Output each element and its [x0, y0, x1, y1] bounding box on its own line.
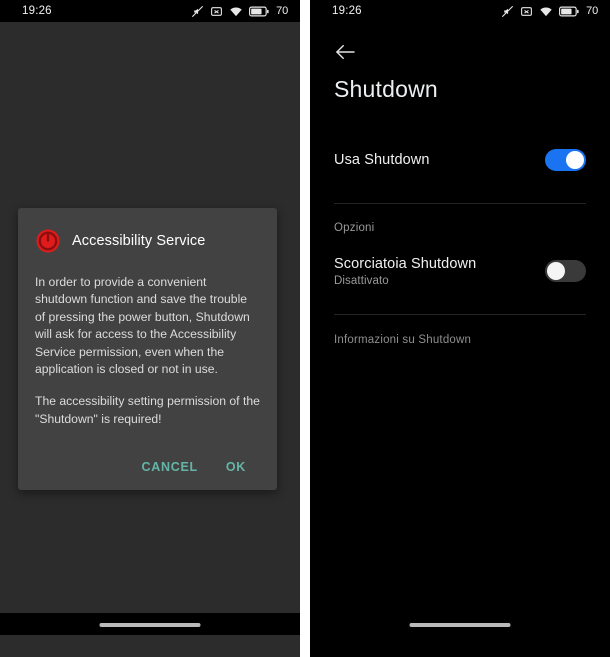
preference-subtitle: Disattivato — [334, 274, 389, 287]
status-bar-right: 19:26 70 — [310, 0, 610, 22]
divider-1 — [334, 203, 586, 204]
status-icon-group: 70 — [501, 5, 598, 18]
mute-icon — [191, 5, 204, 18]
preference-title: Usa Shutdown — [334, 152, 430, 168]
battery-percent: 70 — [276, 5, 288, 17]
status-bar-left: 19:26 70 — [0, 0, 300, 22]
alarm-off-icon — [210, 5, 223, 18]
toggle-knob — [566, 151, 584, 169]
dual-screenshot-container: 19:26 70 Accessibility Service In order … — [0, 0, 610, 657]
left-phone-screen: 19:26 70 Accessibility Service In order … — [0, 0, 300, 657]
cancel-button[interactable]: CANCEL — [132, 452, 208, 482]
about-shutdown-item[interactable]: Informazioni su Shutdown — [334, 334, 586, 346]
divider-2 — [334, 314, 586, 315]
status-time: 19:26 — [332, 5, 362, 17]
dialog-paragraph-2: The accessibility setting permission of … — [35, 394, 260, 426]
preference-title: Scorciatoia Shutdown — [334, 255, 477, 272]
mute-icon — [501, 5, 514, 18]
arrow-left-icon[interactable] — [334, 43, 356, 61]
navigation-zone-right — [310, 613, 610, 635]
accessibility-service-dialog: Accessibility Service In order to provid… — [18, 208, 277, 491]
settings-screen-body: Shutdown Usa Shutdown Opzioni Scorciatoi… — [310, 22, 610, 635]
right-phone-screen: 19:26 70 Shutdown Usa Shutdown Opzioni S… — [310, 0, 610, 657]
screen-separator — [300, 0, 310, 657]
dialog-header: Accessibility Service — [35, 228, 260, 254]
power-icon — [35, 228, 61, 254]
ok-button[interactable]: OK — [216, 452, 256, 482]
section-header-opzioni: Opzioni — [334, 222, 375, 234]
preference-row-scorciatoia-shutdown[interactable]: Scorciatoia Shutdown Disattivato — [334, 248, 586, 294]
page-title: Shutdown — [334, 76, 438, 102]
preference-row-usa-shutdown[interactable]: Usa Shutdown — [334, 137, 586, 183]
usa-shutdown-toggle[interactable] — [545, 149, 586, 171]
toggle-knob — [547, 262, 565, 280]
scorciatoia-shutdown-toggle[interactable] — [545, 260, 586, 282]
gesture-bar-left[interactable] — [99, 623, 201, 627]
wifi-icon — [539, 5, 553, 18]
left-screen-body: Accessibility Service In order to provid… — [0, 22, 300, 635]
battery-percent: 70 — [586, 5, 598, 17]
dialog-title: Accessibility Service — [72, 233, 206, 249]
dialog-paragraph-1: In order to provide a convenient shutdow… — [35, 275, 250, 377]
preference-texts: Usa Shutdown — [334, 152, 430, 168]
battery-icon — [559, 6, 579, 17]
battery-icon — [249, 6, 269, 17]
preference-texts: Scorciatoia Shutdown Disattivato — [334, 256, 476, 287]
dialog-actions: CANCEL OK — [35, 452, 260, 482]
wifi-icon — [229, 5, 243, 18]
alarm-off-icon — [520, 5, 533, 18]
toolbar — [334, 22, 586, 66]
status-time: 19:26 — [22, 5, 52, 17]
navigation-zone-left — [0, 613, 300, 635]
gesture-bar-right[interactable] — [409, 623, 511, 627]
status-icon-group: 70 — [191, 5, 288, 18]
